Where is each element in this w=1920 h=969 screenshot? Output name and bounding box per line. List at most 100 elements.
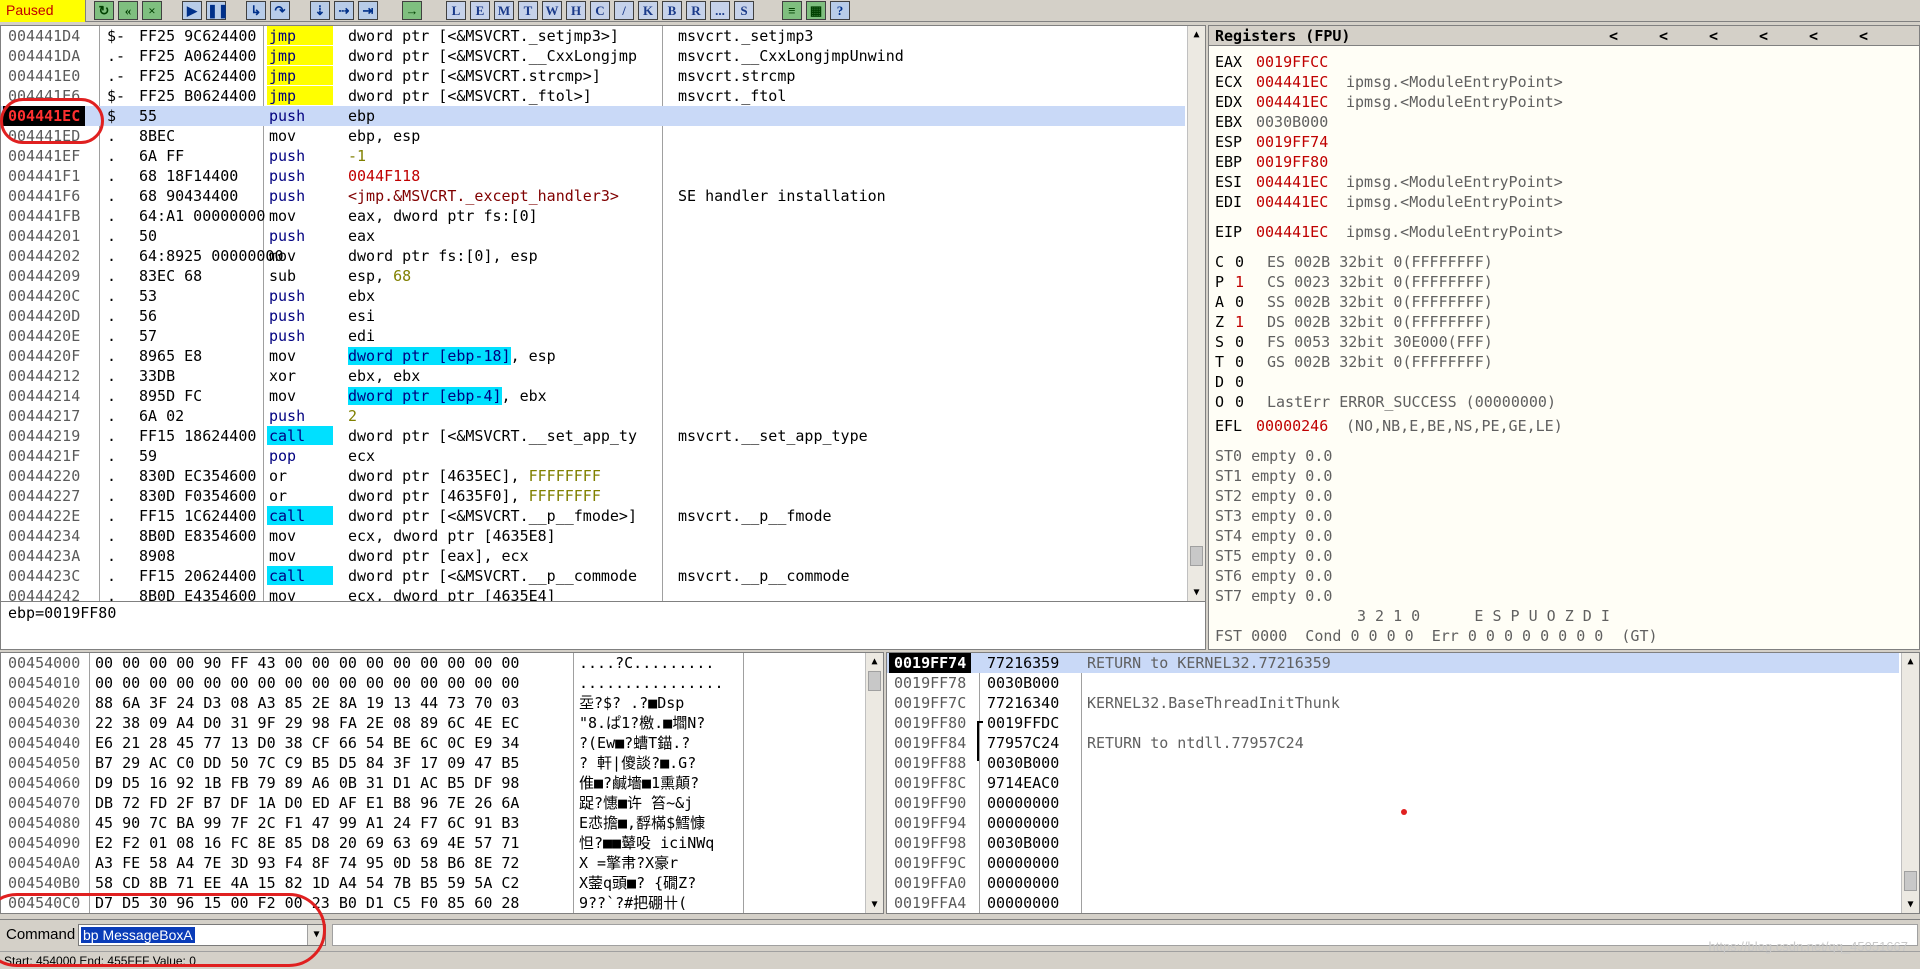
disasm-row[interactable]: 00444234. 8B0D E8354600 mov ecx, dword ptr … — [1, 526, 1205, 546]
disasm-row[interactable]: 0044422E. FF15 1C624400 call dword ptr [<&M… — [1, 506, 1205, 526]
stack-row[interactable]: 0019FF80 0019FFDC — [887, 713, 1919, 761]
stack-value[interactable]: 77957C24 — [987, 733, 1059, 753]
hex-bytes[interactable]: A3 FE 58 A4 7E 3D 93 F4 8F 74 95 0D 58 B… — [95, 853, 519, 873]
flag-line[interactable]: C 0 ES 002B 32bit 0(FFFFFFFF) — [1215, 252, 1493, 272]
scroll-down-icon[interactable]: ▼ — [1188, 584, 1205, 601]
chevron-left-icon[interactable]: < — [1859, 26, 1879, 46]
goto-icon[interactable]: → — [402, 1, 422, 20]
stack-row[interactable]: 0019FFA0 00000000 — [887, 873, 1919, 893]
register-line[interactable]: EBP 0019FF80 — [1215, 152, 1346, 172]
fpu-register[interactable]: ST0 empty 0.0 — [1215, 446, 1332, 466]
disasm-row[interactable]: 0044420E. 57 push edi — [1, 326, 1205, 346]
disasm-row[interactable]: 00444217. 6A 02 push 2 — [1, 406, 1205, 426]
flag-line[interactable]: T 0 GS 002B 32bit 0(FFFFFFFF) — [1215, 352, 1493, 372]
register-line[interactable]: EBX 0030B000 — [1215, 112, 1346, 132]
chevron-left-icon[interactable]: < — [1659, 26, 1679, 46]
disasm-row[interactable]: 004441EF. 6A FF push -1 — [1, 146, 1205, 166]
hex-bytes[interactable]: B7 29 AC C0 DD 50 7C C9 B5 D5 84 3F 17 0… — [95, 753, 519, 773]
flag-value[interactable]: 1 — [1235, 272, 1267, 292]
command-combobox[interactable]: bp MessageBoxA ▼ — [78, 924, 326, 946]
registers-header[interactable]: Registers (FPU) < < < < < < — [1209, 26, 1919, 46]
stack-row[interactable]: 0019FF74 77216359 RETURN to KERNEL32.77216… — [887, 653, 1899, 673]
register-value[interactable]: 0030B000 — [1256, 112, 1346, 132]
fpu-register[interactable]: ST5 empty 0.0 — [1215, 546, 1332, 566]
flag-line[interactable]: A 0 SS 002B 32bit 0(FFFFFFFF) — [1215, 292, 1493, 312]
toolbar-letter-button[interactable]: R — [686, 1, 706, 20]
step-into-icon[interactable]: ↳ — [246, 1, 266, 20]
flag-line[interactable]: P 1 CS 0023 32bit 0(FFFFFFFF) — [1215, 272, 1493, 292]
disasm-row[interactable]: 00444214. 895D FC mov dword ptr [ebp-4], eb… — [1, 386, 1205, 406]
disasm-row[interactable]: 00444242. 8B0D E4354600 mov ecx, dword ptr … — [1, 586, 1205, 601]
register-line[interactable]: EFL 00000246 (NO,NB,E,BE,NS,PE,GE,LE) — [1215, 416, 1563, 436]
disassembly-scrollbar[interactable]: ▲ ▼ — [1187, 26, 1205, 601]
stack-value[interactable]: 0030B000 — [987, 753, 1059, 773]
dump-row[interactable]: 00454030 22 38 09 A4 D0 31 9F 29 98 FA 2E… — [1, 713, 883, 733]
toolbar-letter-button[interactable]: W — [542, 1, 562, 20]
dump-pane[interactable]: 00454000 00 00 00 00 90 FF 43 00 00 00 00… — [0, 652, 884, 914]
toolbar-letter-button[interactable]: T — [518, 1, 538, 20]
register-value[interactable]: 004441EC — [1256, 92, 1346, 112]
chevron-left-icon[interactable]: < — [1609, 26, 1629, 46]
chevron-left-icon[interactable]: < — [1709, 26, 1729, 46]
help-icon[interactable]: ? — [830, 1, 850, 20]
fpu-register[interactable]: ST4 empty 0.0 — [1215, 526, 1332, 546]
stack-row[interactable]: 0019FF94 00000000 — [887, 813, 1919, 833]
flag-line[interactable]: O 0 LastErr ERROR_SUCCESS (00000000) — [1215, 392, 1556, 412]
chevron-left-icon[interactable]: < — [1809, 26, 1829, 46]
stack-row[interactable]: 0019FF88 0030B000 — [887, 753, 1919, 773]
disasm-row[interactable]: 00444209. 83EC 68 sub esp, 68 — [1, 266, 1205, 286]
register-value[interactable]: 0019FF74 — [1256, 132, 1346, 152]
flag-line[interactable]: S 0 FS 0053 32bit 30E000(FFF) — [1215, 332, 1493, 352]
disasm-row[interactable]: 00444219. FF15 18624400 call dword ptr [<&M… — [1, 426, 1205, 446]
chevron-down-icon[interactable]: ▼ — [307, 925, 325, 945]
hex-bytes[interactable]: 58 CD 8B 71 EE 4A 15 82 1D A4 54 7B B5 5… — [95, 873, 519, 893]
register-value[interactable]: 0019FF80 — [1256, 152, 1346, 172]
dump-row[interactable]: 004540B0 58 CD 8B 71 EE 4A 15 82 1D A4 54… — [1, 873, 883, 893]
stack-row[interactable]: 0019FF84 77957C24 RETURN to ntdll.77957C24 — [887, 733, 1919, 753]
flag-line[interactable]: Z 1 DS 002B 32bit 0(FFFFFFFF) — [1215, 312, 1493, 332]
stack-value[interactable]: 77216340 — [987, 693, 1059, 713]
register-value[interactable]: 00000246 — [1256, 416, 1346, 436]
register-value[interactable]: 0019FFCC — [1256, 52, 1346, 72]
toolbar-letter-button[interactable]: M — [494, 1, 514, 20]
fpu-register[interactable]: ST7 empty 0.0 — [1215, 586, 1332, 606]
register-value[interactable]: 004441EC — [1256, 72, 1346, 92]
fpu-register[interactable]: ST2 empty 0.0 — [1215, 486, 1332, 506]
flag-value[interactable]: 0 — [1235, 292, 1267, 312]
hex-bytes[interactable]: E6 21 28 45 77 13 D0 38 CF 66 54 BE 6C 0… — [95, 733, 519, 753]
stack-value[interactable]: 0019FFDC — [987, 713, 1059, 733]
disasm-row[interactable]: 004441E0 .- FF25 AC624400 jmp dword ptr [<&M… — [1, 66, 1205, 86]
hex-bytes[interactable]: 22 38 09 A4 D0 31 9F 29 98 FA 2E 08 89 6… — [95, 713, 519, 733]
toolbar-letter-button[interactable]: L — [446, 1, 466, 20]
disassembly-pane[interactable]: 004441D4 $- FF25 9C624400 jmp dword ptr [<&M… — [0, 25, 1206, 602]
register-line[interactable]: EAX 0019FFCC — [1215, 52, 1346, 72]
dump-row[interactable]: 004540A0 A3 FE 58 A4 7E 3D 93 F4 8F 74 95… — [1, 853, 883, 873]
stack-value[interactable]: 00000000 — [987, 793, 1059, 813]
toolbar-letter-button[interactable]: E — [470, 1, 490, 20]
stack-row[interactable]: 0019FF98 0030B000 — [887, 833, 1919, 853]
disasm-row[interactable]: 0044420C. 53 push ebx — [1, 286, 1205, 306]
dump-row[interactable]: 00454080 45 90 7C BA 99 7F 2C F1 47 99 A1… — [1, 813, 883, 833]
dump-row[interactable]: 00454060 D9 D5 16 92 1B FB 79 89 A6 0B 31… — [1, 773, 883, 793]
hex-bytes[interactable]: D7 D5 30 96 15 00 F2 00 23 B0 D1 C5 F0 8… — [95, 893, 519, 913]
stack-value[interactable]: 00000000 — [987, 873, 1059, 893]
hex-bytes[interactable]: 88 6A 3F 24 D3 08 A3 85 2E 8A 19 13 44 7… — [95, 693, 519, 713]
disasm-row[interactable]: 004441ED. 8BEC mov ebp, esp — [1, 126, 1205, 146]
registers-pane[interactable]: Registers (FPU) < < < < < < EAX 0019FFCC ECX 004… — [1208, 25, 1920, 650]
dump-row[interactable]: 00454090 E2 F2 01 08 16 FC 8E 85 D8 20 69… — [1, 833, 883, 853]
stack-value[interactable]: 00000000 — [987, 853, 1059, 873]
grid-icon[interactable]: ▦ — [806, 1, 826, 20]
disasm-row[interactable]: 004441F6. 68 90434400 push <jmp.&MSVCRT._ex… — [1, 186, 1205, 206]
hex-bytes[interactable]: DB 72 FD 2F B7 DF 1A D0 ED AF E1 B8 96 7… — [95, 793, 519, 813]
step-over-icon[interactable]: ↷ — [270, 1, 290, 20]
scroll-up-icon[interactable]: ▲ — [1188, 26, 1205, 43]
flag-value[interactable]: 0 — [1235, 372, 1267, 392]
scroll-up-icon[interactable]: ▲ — [866, 653, 883, 670]
disasm-row[interactable]: 004441EC $55 push ebp — [1, 106, 1185, 126]
trace-over-icon[interactable]: ⇢ — [334, 1, 354, 20]
register-line[interactable]: EDX 004441EC ipmsg.<ModuleEntryPoint> — [1215, 92, 1563, 112]
run-icon[interactable]: ▶ — [182, 1, 202, 20]
fpu-register[interactable]: ST6 empty 0.0 — [1215, 566, 1332, 586]
toolbar-letter-button[interactable]: K — [638, 1, 658, 20]
stack-row[interactable]: 0019FFA4 00000000 — [887, 893, 1919, 913]
